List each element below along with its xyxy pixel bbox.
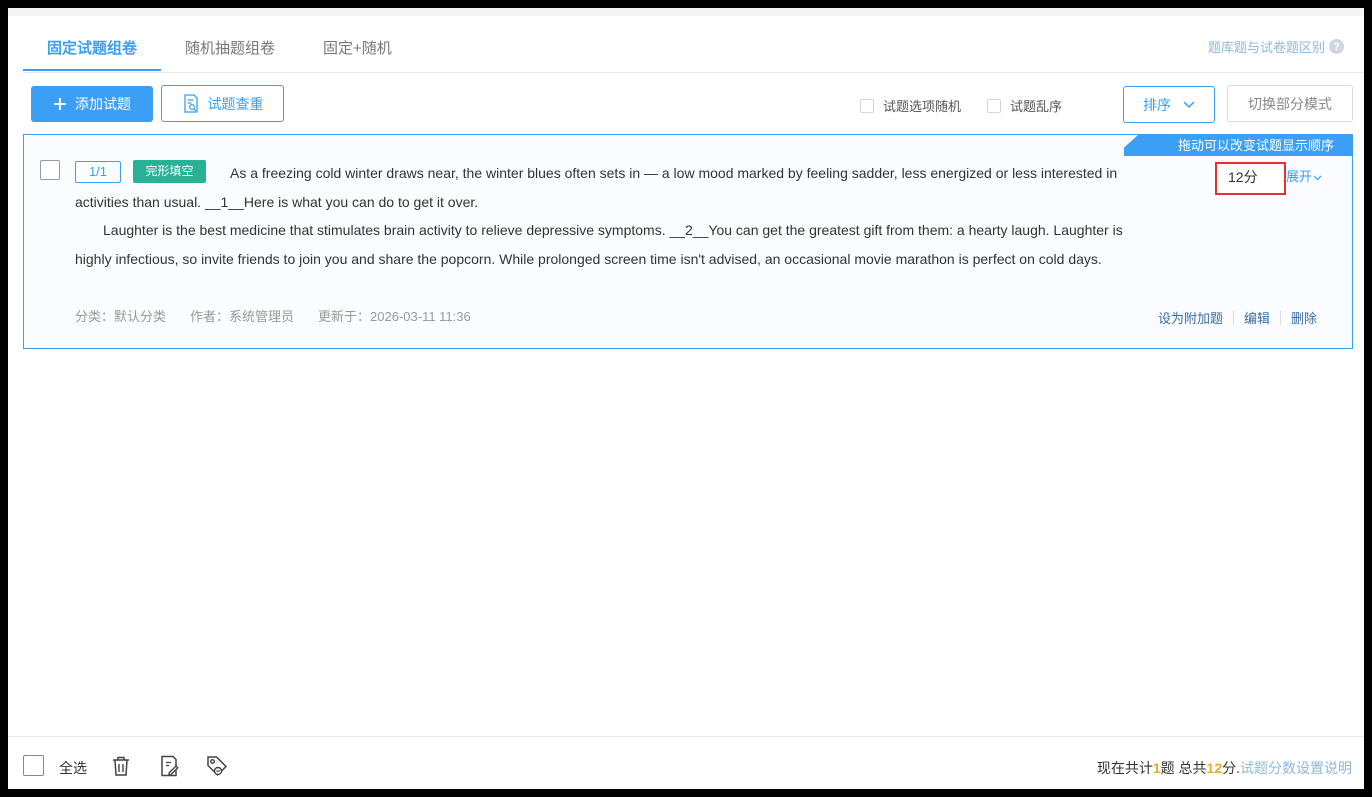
total-score: 12 bbox=[1206, 760, 1223, 776]
random-options-box[interactable] bbox=[860, 98, 874, 113]
question-checkbox[interactable] bbox=[40, 160, 60, 180]
main-panel: 固定试题组卷 随机抽题组卷 固定+随机 题库题与试卷题区别 ? 添加试题 试题查… bbox=[8, 8, 1364, 789]
tabs-divider bbox=[23, 72, 1364, 73]
add-question-label: 添加试题 bbox=[75, 96, 131, 112]
edit-score-icon[interactable] bbox=[157, 754, 181, 778]
random-options-checkbox[interactable]: 试题选项随机 bbox=[860, 96, 961, 115]
question-number-badge: 1/1 bbox=[75, 161, 121, 183]
summary-mid: 题 总共 bbox=[1160, 760, 1207, 776]
duplicate-check-label: 试题查重 bbox=[207, 95, 264, 112]
question-actions: 设为附加题 编辑 删除 bbox=[1148, 308, 1327, 327]
expand-label: 展开 bbox=[1286, 169, 1313, 184]
edit-button[interactable]: 编辑 bbox=[1234, 308, 1280, 327]
tag-icon[interactable] bbox=[205, 754, 229, 778]
author-label: 作者：系统管理员 bbox=[190, 309, 295, 324]
chevron-down-icon bbox=[1313, 175, 1322, 181]
tab-fixed[interactable]: 固定试题组卷 bbox=[23, 30, 162, 71]
tab-fixed-random[interactable]: 固定+随机 bbox=[299, 30, 416, 71]
add-question-button[interactable]: 添加试题 bbox=[31, 86, 153, 122]
score-summary: 现在共计1题 总共12分.试题分数设置说明 bbox=[1097, 758, 1352, 778]
select-all-checkbox[interactable] bbox=[23, 755, 44, 776]
question-text: As a freezing cold winter draws near, th… bbox=[75, 159, 1163, 273]
mode-tabs: 固定试题组卷 随机抽题组卷 固定+随机 bbox=[23, 30, 416, 73]
select-all-label: 全选 bbox=[59, 760, 87, 776]
question-meta: 分类：默认分类 作者：系统管理员 更新于：2026-03-11 11:36 bbox=[75, 306, 471, 325]
shuffle-checkbox[interactable]: 试题乱序 bbox=[987, 96, 1062, 115]
switch-section-mode-button[interactable]: 切换部分模式 bbox=[1227, 85, 1353, 122]
document-search-icon bbox=[183, 93, 198, 113]
updated-label: 更新于：2026-03-11 11:36 bbox=[318, 309, 471, 324]
question-card[interactable]: 拖动可以改变试题显示顺序 As a freezing cold winter d… bbox=[23, 134, 1353, 349]
category-label: 分类：默认分类 bbox=[75, 309, 167, 324]
shuffle-box[interactable] bbox=[987, 98, 1001, 113]
duplicate-check-button[interactable]: 试题查重 bbox=[161, 85, 284, 122]
delete-button[interactable]: 删除 bbox=[1281, 308, 1327, 327]
footer-bar: 全选 现在共计1题 总共12分.试题分数设置说明 bbox=[8, 737, 1364, 789]
question-type-badge: 完形填空 bbox=[133, 160, 206, 183]
summary-suffix: 分. bbox=[1222, 760, 1240, 776]
bank-vs-paper-label: 题库题与试卷题区别 bbox=[1207, 40, 1325, 55]
question-count: 1 bbox=[1152, 760, 1161, 776]
plus-icon bbox=[54, 98, 66, 110]
set-extra-button[interactable]: 设为附加题 bbox=[1148, 308, 1233, 327]
chevron-down-icon bbox=[1183, 100, 1195, 108]
sort-label: 排序 bbox=[1143, 96, 1171, 113]
expand-link[interactable]: 展开 bbox=[1286, 166, 1322, 185]
shuffle-label: 试题乱序 bbox=[1010, 99, 1063, 114]
bank-vs-paper-link[interactable]: 题库题与试卷题区别 ? bbox=[1208, 37, 1344, 56]
summary-prefix: 现在共计 bbox=[1096, 760, 1153, 776]
question-paragraph-2: Laughter is the best medicine that stimu… bbox=[75, 222, 1123, 267]
sort-dropdown[interactable]: 排序 bbox=[1123, 86, 1215, 123]
drag-hint-banner: 拖动可以改变试题显示顺序 bbox=[1124, 135, 1352, 156]
tab-random[interactable]: 随机抽题组卷 bbox=[161, 30, 299, 71]
score-input[interactable]: 12分 bbox=[1215, 162, 1286, 195]
score-help-link[interactable]: 试题分数设置说明 bbox=[1240, 760, 1352, 776]
random-options-label: 试题选项随机 bbox=[883, 99, 962, 114]
question-paragraph-1: As a freezing cold winter draws near, th… bbox=[75, 165, 1118, 210]
help-icon: ? bbox=[1329, 39, 1344, 54]
trash-icon[interactable] bbox=[109, 754, 133, 778]
top-gap bbox=[8, 8, 1364, 16]
